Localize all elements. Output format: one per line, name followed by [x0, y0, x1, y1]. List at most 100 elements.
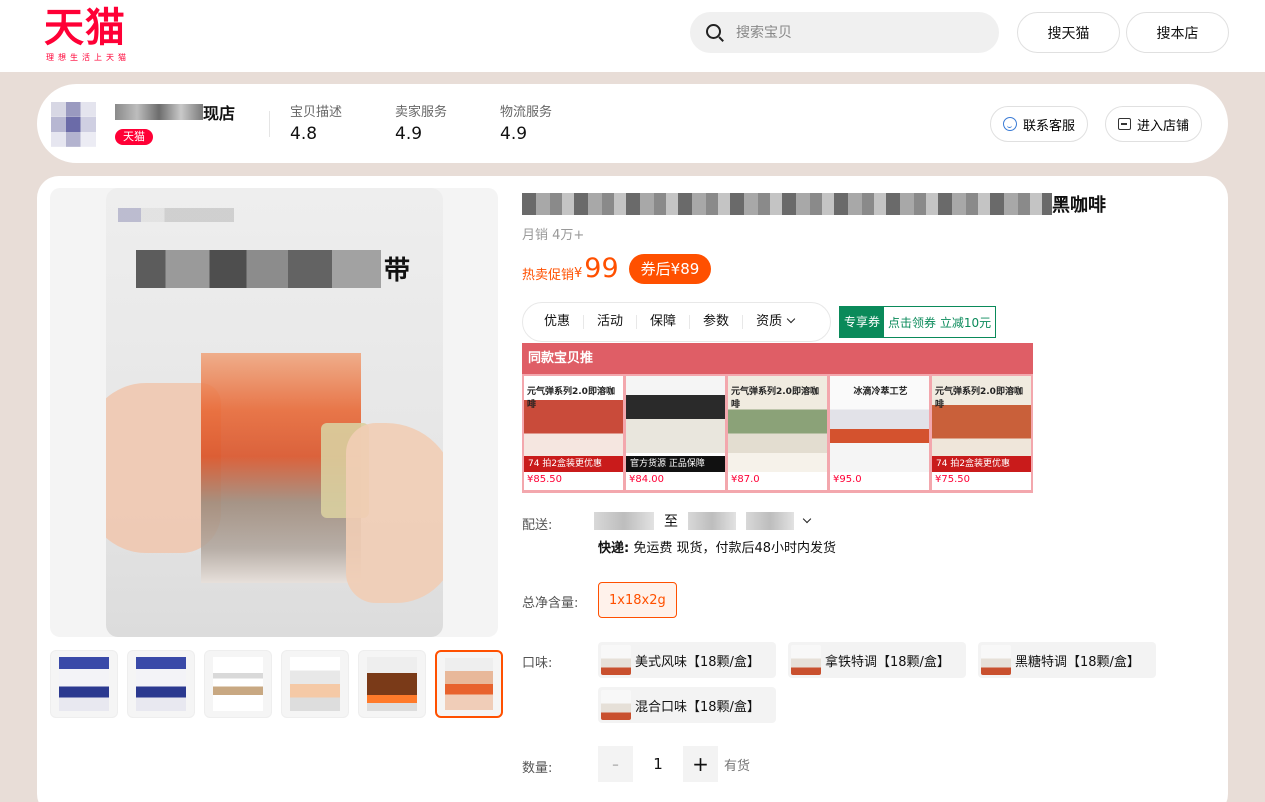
- thumbnail[interactable]: [281, 650, 349, 718]
- product-title: 黑咖啡: [522, 191, 1106, 217]
- tab-guarantee[interactable]: 保障: [637, 315, 691, 329]
- rating-logistics: 物流服务 4.9: [500, 101, 552, 144]
- monthly-sales: 月销 4万+: [522, 228, 585, 243]
- recommend-caption: 元气弹系列2.0即溶咖啡: [527, 387, 615, 410]
- shop-card: 现店 天猫 宝贝描述 4.8 卖家服务 4.9 物流服务 4.9 联系客服 进入…: [37, 84, 1228, 163]
- flavor-thumbnail: [791, 645, 821, 675]
- recommend-price: ¥87.0: [731, 474, 760, 485]
- rating-label: 物流服务: [500, 105, 553, 120]
- search-icon: [704, 22, 726, 44]
- recommend-tag: 74 拍2盒装更优惠: [932, 456, 1031, 472]
- divider: [269, 111, 270, 137]
- recommend-price: ¥85.50: [527, 474, 562, 485]
- tab-qualification[interactable]: 资质: [743, 315, 807, 329]
- recommend-item[interactable]: 元气弹系列2.0即溶咖啡 74 拍2盒装更优惠 ¥85.50: [524, 376, 623, 490]
- recommend-item[interactable]: 元气弹系列2.0即溶咖啡 ¥87.0: [728, 376, 827, 490]
- thumbnail-strip: [50, 650, 503, 720]
- stock-status: 有货: [724, 758, 751, 774]
- recommend-caption: 元气弹系列2.0即溶咖啡: [935, 387, 1023, 410]
- exclusive-coupon-key: 专享券: [840, 307, 885, 337]
- shipping-detail-key: 快递:: [598, 541, 630, 556]
- enter-store-label: 进入店铺: [1137, 117, 1190, 133]
- search-tmall-button[interactable]: 搜天猫: [1017, 12, 1120, 53]
- top-header: 天猫 理想生活上天猫 搜天猫 搜本店: [0, 0, 1265, 72]
- recommend-panel: 同款宝贝推 元气弹系列2.0即溶咖啡 74 拍2盒装更优惠 ¥85.50 官方货…: [522, 343, 1033, 493]
- tab-params[interactable]: 参数: [690, 315, 744, 329]
- flavor-option[interactable]: 黑糖特调【18颗/盒】: [978, 642, 1156, 678]
- contact-label: 联系客服: [1023, 117, 1076, 133]
- chevron-down-icon: [802, 514, 812, 524]
- recommend-price: ¥95.0: [833, 474, 862, 485]
- shipping-label: 配送:: [522, 518, 553, 533]
- shop-name-blurred: [115, 104, 203, 120]
- flavor-option-label: 美式风味【18颗/盒】: [635, 654, 760, 670]
- recommend-tag: 官方货源 正品保障: [626, 456, 725, 472]
- price-value: 99: [584, 253, 619, 284]
- quantity-plus-button[interactable]: +: [683, 746, 718, 782]
- main-product-image[interactable]: 带: [106, 188, 443, 637]
- price-box: 热卖促销 ¥ 99 券后¥89: [522, 253, 712, 284]
- flavor-option[interactable]: 拿铁特调【18颗/盒】: [788, 642, 966, 678]
- flavor-option[interactable]: 美式风味【18颗/盒】: [598, 642, 776, 678]
- thumbnail-active[interactable]: [435, 650, 503, 718]
- exclusive-coupon[interactable]: 专享券 点击领券 立减10元: [839, 306, 997, 338]
- shop-name-suffix: 现店: [203, 104, 236, 123]
- image-brand-blurred: [118, 208, 234, 222]
- coupon-price-badge[interactable]: 券后¥89: [628, 253, 712, 284]
- info-tabs: 优惠 活动 保障 参数 资质: [522, 302, 831, 342]
- quantity-input[interactable]: 1: [633, 746, 683, 782]
- rating-label: 卖家服务: [395, 105, 448, 120]
- destination-blurred: [746, 512, 794, 530]
- net-content-label: 总净含量:: [522, 596, 579, 611]
- recommend-item[interactable]: 冰滴冷萃工艺 ¥95.0: [830, 376, 929, 490]
- flavor-thumbnail: [981, 645, 1011, 675]
- recommend-item[interactable]: 官方货源 正品保障 ¥84.00: [626, 376, 725, 490]
- thumbnail[interactable]: [127, 650, 195, 718]
- thumbnail[interactable]: [358, 650, 426, 718]
- rating-description: 宝贝描述 4.8: [290, 101, 342, 144]
- flavor-thumbnail: [601, 690, 631, 720]
- recommend-item[interactable]: 元气弹系列2.0即溶咖啡 74 拍2盒装更优惠 ¥75.50: [932, 376, 1031, 490]
- flavor-label: 口味:: [522, 656, 553, 671]
- flavor-option-label: 拿铁特调【18颗/盒】: [825, 654, 950, 670]
- flavor-option-label: 混合口味【18颗/盒】: [635, 699, 760, 715]
- tmall-logo[interactable]: 天猫 理想生活上天猫: [44, 6, 130, 63]
- recommend-caption: 元气弹系列2.0即溶咖啡: [731, 387, 819, 410]
- recommend-price: ¥75.50: [935, 474, 970, 485]
- logo-slogan: 理想生活上天猫: [46, 53, 130, 62]
- shipping-to: 至: [664, 514, 678, 530]
- search-box[interactable]: [690, 12, 999, 53]
- destination-blurred: [688, 512, 736, 530]
- search-input[interactable]: [736, 24, 976, 41]
- recommend-caption: 冰滴冷萃工艺: [853, 387, 908, 397]
- search-store-button[interactable]: 搜本店: [1126, 12, 1229, 53]
- chevron-down-icon: [786, 314, 796, 324]
- price-label: 热卖促销: [522, 267, 575, 283]
- tmall-badge: 天猫: [115, 129, 153, 145]
- currency-symbol: ¥: [574, 265, 583, 281]
- recommend-tag: 74 拍2盒装更优惠: [524, 456, 623, 472]
- shipping-detail-value: 免运费 现货，付款后48小时内发货: [633, 541, 837, 556]
- net-content-option[interactable]: 1x18x2g: [598, 582, 677, 618]
- contact-service-button[interactable]: 联系客服: [990, 106, 1089, 142]
- quantity-label: 数量:: [522, 761, 553, 776]
- tab-activity[interactable]: 活动: [584, 315, 638, 329]
- shop-name[interactable]: 现店: [115, 100, 235, 124]
- image-headline-tail: 带: [384, 256, 411, 286]
- thumbnail[interactable]: [50, 650, 118, 718]
- shipping-route[interactable]: 至: [594, 511, 812, 531]
- tab-discount[interactable]: 优惠: [531, 315, 585, 329]
- shop-avatar[interactable]: [51, 102, 96, 147]
- tab-qualification-label: 资质: [756, 314, 783, 329]
- quantity-minus-button[interactable]: -: [598, 746, 633, 782]
- product-gallery: 带: [50, 188, 498, 637]
- exclusive-coupon-value: 点击领券 立减10元: [888, 315, 992, 330]
- rating-value: 4.8: [290, 124, 318, 144]
- enter-store-button[interactable]: 进入店铺: [1105, 106, 1203, 142]
- thumbnail[interactable]: [204, 650, 272, 718]
- flavor-option[interactable]: 混合口味【18颗/盒】: [598, 687, 776, 723]
- rating-value: 4.9: [395, 124, 423, 144]
- flavor-thumbnail: [601, 645, 631, 675]
- recommend-header: 同款宝贝推: [522, 343, 1033, 374]
- image-headline-blurred: [136, 250, 381, 288]
